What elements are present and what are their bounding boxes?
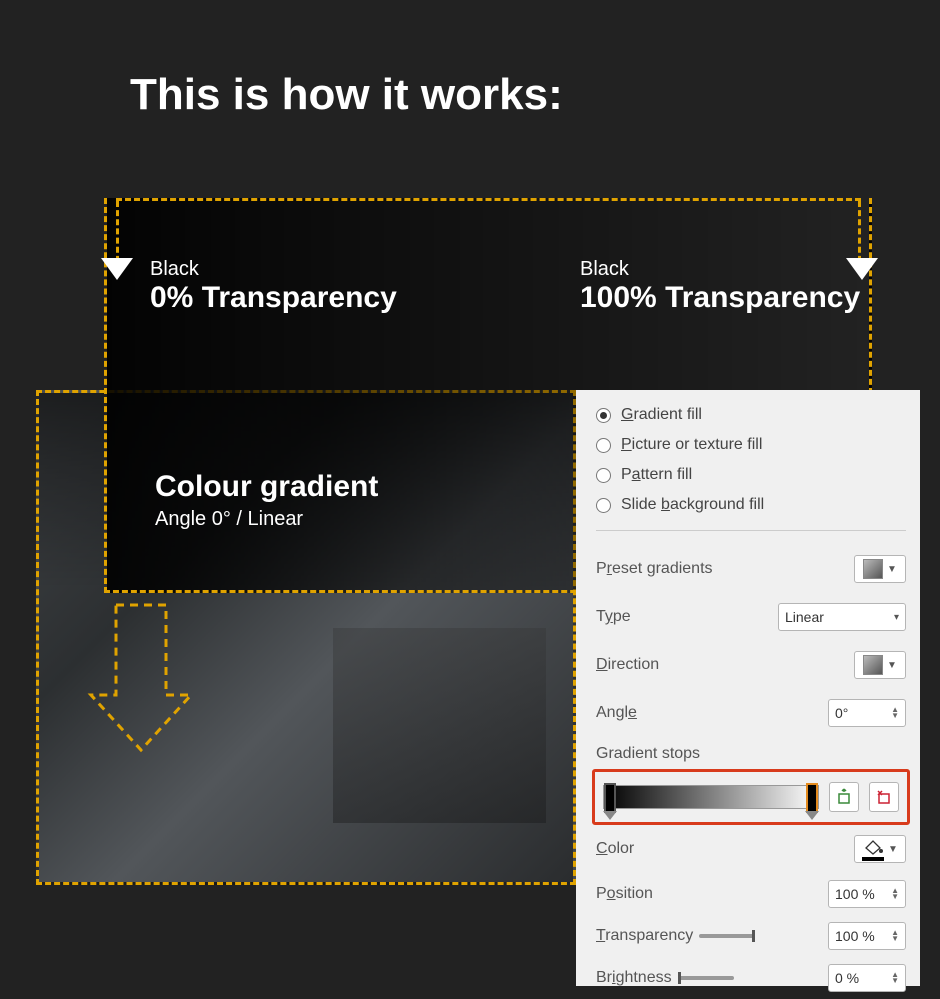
angle-label: Angle xyxy=(596,704,637,722)
transparency-label: Transparency xyxy=(596,927,761,945)
preset-gradients-label: Preset gradients xyxy=(596,560,713,578)
angle-value: 0° xyxy=(835,705,848,721)
stop2-label: Black 100% Transparency xyxy=(580,258,860,315)
preset-gradients-picker[interactable]: ▼ xyxy=(854,555,906,583)
brightness-spinner[interactable]: 0 % ▲▼ xyxy=(828,964,906,992)
direction-label: Direction xyxy=(596,656,659,674)
stop1-color: Black xyxy=(150,258,397,281)
spinner-arrows-icon: ▲▼ xyxy=(891,930,899,942)
position-value: 100 % xyxy=(835,886,875,902)
color-label: Color xyxy=(596,840,634,858)
stop2-color: Black xyxy=(580,258,860,281)
color-picker[interactable]: ▼ xyxy=(854,835,906,863)
paint-bucket-icon xyxy=(862,839,884,859)
stop2-transparency: 100% Transparency xyxy=(580,281,860,315)
fill-option-gradient[interactable]: Gradient fill xyxy=(596,400,906,430)
slider-icon[interactable] xyxy=(699,934,755,938)
page-title: This is how it works: xyxy=(130,70,563,120)
transparency-value: 100 % xyxy=(835,928,875,944)
spinner-arrows-icon: ▲▼ xyxy=(891,972,899,984)
preset-gradients-row: Preset gradients ▼ xyxy=(596,545,906,593)
radio-checked-icon xyxy=(596,408,611,423)
gradient-stop-handle-1[interactable] xyxy=(604,783,616,813)
gradient-stops-editor xyxy=(592,769,910,825)
chevron-down-icon: ▼ xyxy=(887,564,897,575)
gradient-stop-handle-2[interactable] xyxy=(806,783,818,813)
fill-option-slidebg-label: Slide background fill xyxy=(621,496,764,514)
type-dropdown[interactable]: Linear ▾ xyxy=(778,603,906,631)
arrow-down-icon xyxy=(101,258,133,280)
gradient-title: Colour gradient xyxy=(155,470,378,504)
transparency-row: Transparency 100 % ▲▼ xyxy=(596,915,906,957)
stop1-transparency: 0% Transparency xyxy=(150,281,397,315)
color-row: Color ▼ xyxy=(596,825,906,873)
gradient-stops-label: Gradient stops xyxy=(596,737,906,763)
divider xyxy=(596,530,906,531)
gradient-subtitle: Angle 0° / Linear xyxy=(155,508,378,531)
type-label: Type xyxy=(596,608,631,626)
direction-picker[interactable]: ▼ xyxy=(854,651,906,679)
fill-option-gradient-label: Gradient fill xyxy=(621,406,702,424)
gradient-swatch-icon xyxy=(863,559,883,579)
angle-row: Angle 0° ▲▼ xyxy=(596,689,906,737)
chevron-down-icon: ▼ xyxy=(887,660,897,671)
type-value: Linear xyxy=(785,609,824,625)
brightness-label: Brightness xyxy=(596,969,740,987)
radio-icon xyxy=(596,438,611,453)
slider-icon[interactable] xyxy=(678,976,734,980)
position-spinner[interactable]: 100 % ▲▼ xyxy=(828,880,906,908)
position-label: Position xyxy=(596,885,653,903)
big-down-arrow-icon xyxy=(86,600,196,760)
fill-option-slidebg[interactable]: Slide background fill xyxy=(596,490,906,520)
brightness-value: 0 % xyxy=(835,970,859,986)
fill-option-pattern[interactable]: Pattern fill xyxy=(596,460,906,490)
radio-icon xyxy=(596,468,611,483)
gradient-stops-track[interactable] xyxy=(603,785,819,809)
format-fill-panel: Gradient fill Picture or texture fill Pa… xyxy=(576,390,920,986)
spinner-arrows-icon: ▲▼ xyxy=(891,707,899,719)
angle-spinner[interactable]: 0° ▲▼ xyxy=(828,699,906,727)
direction-row: Direction ▼ xyxy=(596,641,906,689)
radio-icon xyxy=(596,498,611,513)
remove-stop-button[interactable] xyxy=(869,782,899,812)
type-row: Type Linear ▾ xyxy=(596,593,906,641)
spinner-arrows-icon: ▲▼ xyxy=(891,888,899,900)
position-row: Position 100 % ▲▼ xyxy=(596,873,906,915)
stop1-label: Black 0% Transparency xyxy=(150,258,397,315)
chevron-down-icon: ▾ xyxy=(894,612,899,623)
gradient-description: Colour gradient Angle 0° / Linear xyxy=(155,470,378,531)
transparency-spinner[interactable]: 100 % ▲▼ xyxy=(828,922,906,950)
fill-option-picture[interactable]: Picture or texture fill xyxy=(596,430,906,460)
add-stop-button[interactable] xyxy=(829,782,859,812)
fill-option-pattern-label: Pattern fill xyxy=(621,466,692,484)
chevron-down-icon: ▼ xyxy=(888,844,898,855)
brightness-row: Brightness 0 % ▲▼ xyxy=(596,957,906,999)
fill-option-picture-label: Picture or texture fill xyxy=(621,436,762,454)
direction-swatch-icon xyxy=(863,655,883,675)
